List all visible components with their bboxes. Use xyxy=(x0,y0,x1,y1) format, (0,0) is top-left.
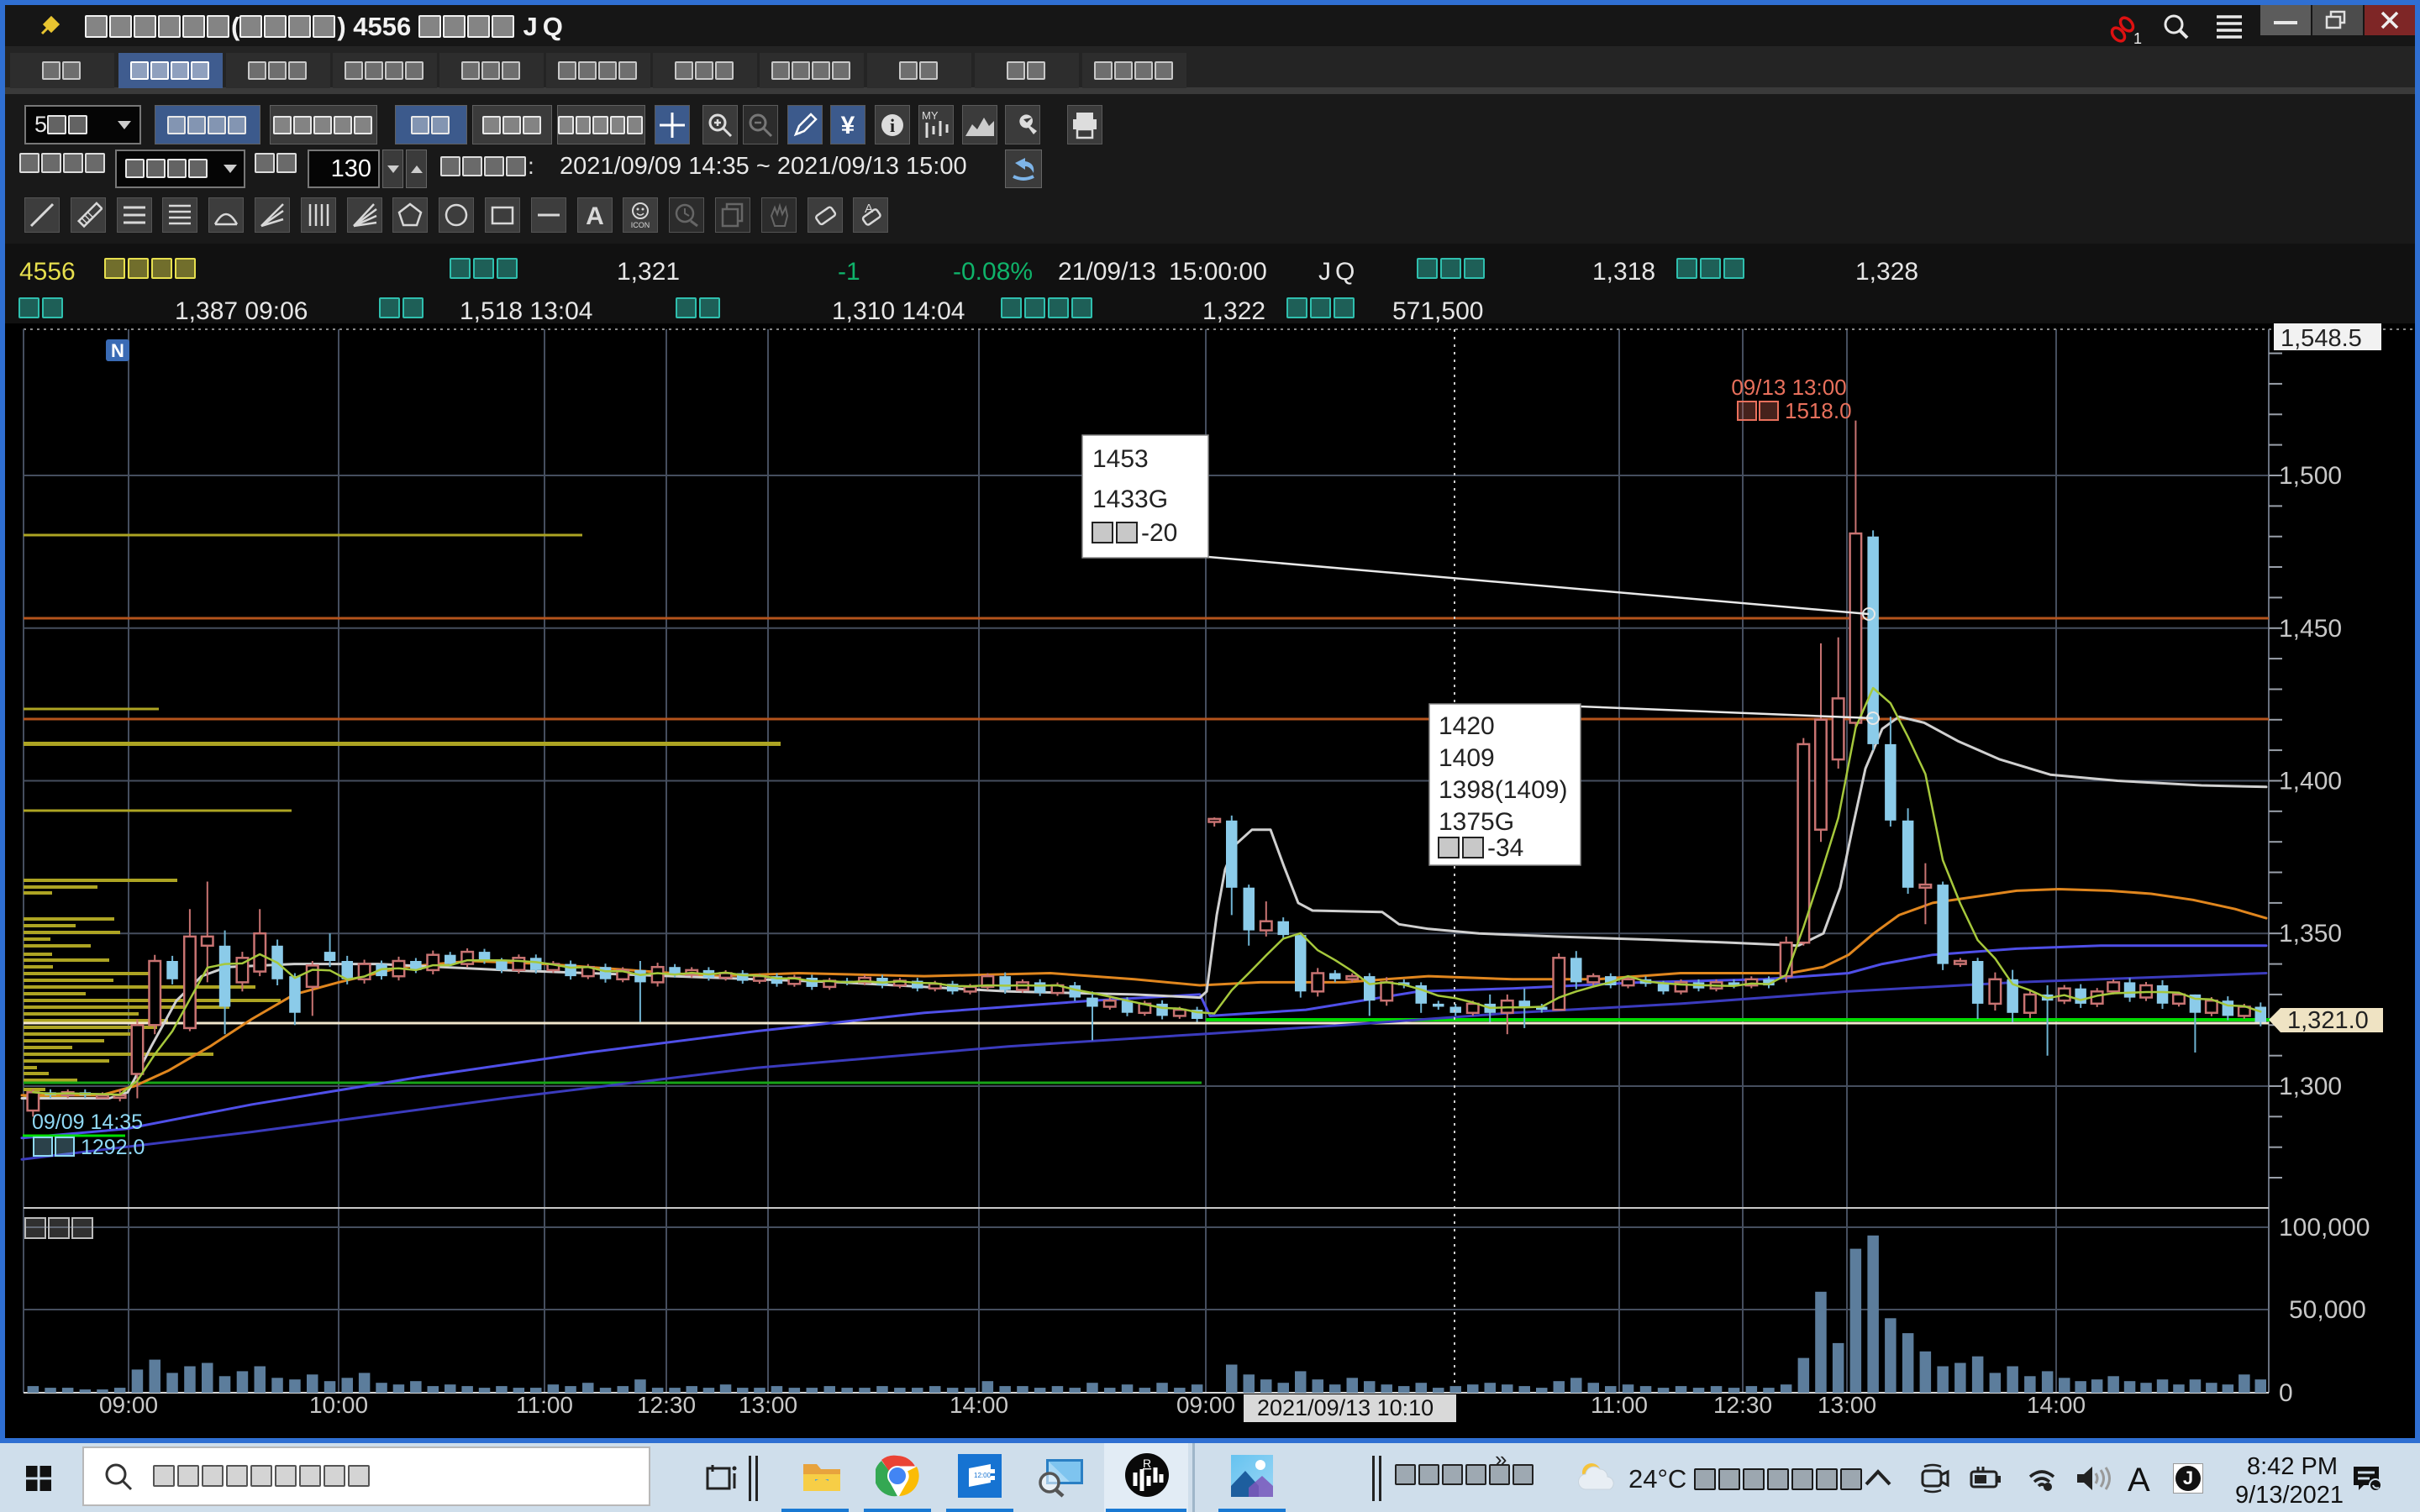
svg-text:A: A xyxy=(586,202,604,229)
svg-text:1,500: 1,500 xyxy=(2279,462,2342,490)
svg-text:09/13 13:00: 09/13 13:00 xyxy=(1731,375,1846,400)
svg-text:1,450: 1,450 xyxy=(2279,615,2342,643)
svg-text:1409: 1409 xyxy=(1439,744,1495,772)
svg-text:1: 1 xyxy=(2133,30,2142,45)
svg-text:1,548.5: 1,548.5 xyxy=(2281,325,2362,352)
svg-text:1433G: 1433G xyxy=(1092,486,1168,513)
svg-text:R: R xyxy=(1143,1457,1151,1470)
svg-text:09:00: 09:00 xyxy=(99,1392,158,1418)
svg-text:50,000: 50,000 xyxy=(2289,1296,2366,1324)
svg-text:09/09 14:35: 09/09 14:35 xyxy=(32,1110,143,1134)
svg-text:12:00: 12:00 xyxy=(974,1472,992,1479)
svg-text:09:00: 09:00 xyxy=(1176,1392,1235,1418)
svg-text:11:00: 11:00 xyxy=(1591,1392,1648,1418)
svg-text:MY: MY xyxy=(922,109,939,122)
svg-text:1,400: 1,400 xyxy=(2279,768,2342,795)
svg-text:ICON: ICON xyxy=(631,221,650,229)
svg-text:1420: 1420 xyxy=(1439,712,1495,740)
svg-text:10:00: 10:00 xyxy=(309,1392,368,1418)
svg-text:1453: 1453 xyxy=(1092,445,1149,473)
svg-text:14:00: 14:00 xyxy=(950,1392,1008,1418)
svg-text:1,321.0: 1,321.0 xyxy=(2287,1007,2369,1034)
svg-text:1,350: 1,350 xyxy=(2279,920,2342,948)
svg-text:1,300: 1,300 xyxy=(2279,1073,2342,1100)
svg-text:14:00: 14:00 xyxy=(2027,1392,2086,1418)
svg-text:12:30: 12:30 xyxy=(637,1392,696,1418)
svg-text:13:00: 13:00 xyxy=(1818,1392,1876,1418)
svg-text:1375G: 1375G xyxy=(1439,808,1514,836)
svg-text:N: N xyxy=(111,340,124,361)
svg-text:¥: ¥ xyxy=(841,112,855,139)
svg-text:i: i xyxy=(890,115,895,136)
svg-text:-34: -34 xyxy=(1487,834,1523,862)
svg-text:12:30: 12:30 xyxy=(1713,1392,1772,1418)
svg-text:1398(1409): 1398(1409) xyxy=(1439,776,1567,804)
svg-text:0: 0 xyxy=(2279,1379,2293,1407)
svg-text:-20: -20 xyxy=(1141,519,1177,547)
svg-text:1292.0: 1292.0 xyxy=(81,1136,145,1159)
svg-text:100,000: 100,000 xyxy=(2279,1214,2370,1242)
svg-text:2021/09/13 10:10: 2021/09/13 10:10 xyxy=(1257,1395,1434,1420)
svg-text:1518.0: 1518.0 xyxy=(1785,398,1852,423)
svg-text:11:00: 11:00 xyxy=(516,1392,573,1418)
svg-text:13:00: 13:00 xyxy=(739,1392,797,1418)
